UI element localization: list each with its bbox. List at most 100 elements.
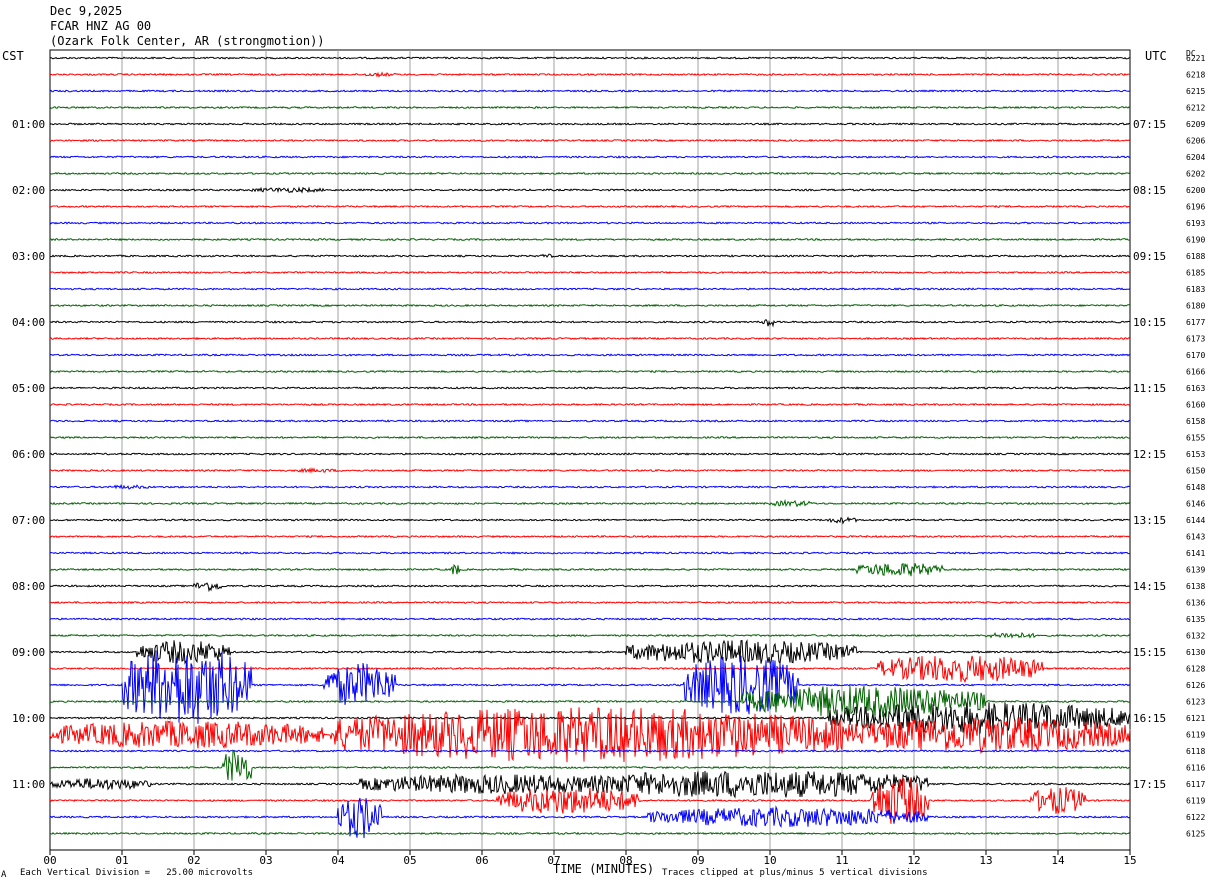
right-time-label: 09:15 <box>1133 250 1166 263</box>
dc-offset-label: 6215 <box>1186 87 1205 96</box>
dc-offset-label: 6144 <box>1186 516 1205 525</box>
x-tick-label: 02 <box>187 854 200 867</box>
right-time-label: 07:15 <box>1133 118 1166 131</box>
x-tick-label: 01 <box>115 854 128 867</box>
x-tick-label: 11 <box>835 854 848 867</box>
seismic-trace <box>49 631 1131 639</box>
seismic-trace <box>49 369 1131 374</box>
dc-offset-label: 6190 <box>1186 236 1205 245</box>
x-tick-label: 03 <box>259 854 272 867</box>
x-tick-label: 09 <box>691 854 704 867</box>
left-time-label: 01:00 <box>12 118 45 131</box>
right-time-label: 17:15 <box>1133 778 1166 791</box>
seismic-trace <box>49 452 1131 456</box>
dc-offset-label: 6125 <box>1186 830 1205 839</box>
dc-offset-label: 6150 <box>1186 467 1205 476</box>
dc-offset-label: 6209 <box>1186 120 1205 129</box>
seismogram-chart: 00 01 02 03 04 05 06 07 08 09 10 11 12 13 14 1562216218… <box>12 49 1205 867</box>
right-time-label: 11:15 <box>1133 382 1166 395</box>
x-tick-label: 00 <box>43 854 56 867</box>
seismic-trace <box>49 562 1130 577</box>
right-time-label: 10:15 <box>1133 316 1166 329</box>
seismic-trace <box>49 749 1131 753</box>
seismic-trace <box>49 386 1131 390</box>
dc-offset-label: 6206 <box>1186 137 1205 146</box>
right-time-label: 14:15 <box>1133 580 1166 593</box>
dc-offset-label: 6153 <box>1186 450 1205 459</box>
seismic-trace <box>49 617 1131 621</box>
seismic-trace <box>49 237 1131 242</box>
dc-offset-label: 6188 <box>1186 252 1205 261</box>
x-tick-label: 06 <box>475 854 488 867</box>
label-group: 00 01 02 03 04 05 06 07 08 09 10 11 12 13 14 1562216218… <box>12 54 1205 867</box>
seismic-trace <box>49 484 1131 490</box>
clip-note: Traces clipped at plus/minus 5 vertical … <box>662 868 928 878</box>
x-tick-label: 05 <box>403 854 416 867</box>
left-time-label: 05:00 <box>12 382 45 395</box>
dc-offset-label: 6119 <box>1186 797 1205 806</box>
dc-offset-label: 6130 <box>1186 648 1205 657</box>
dc-offset-label: 6212 <box>1186 104 1205 113</box>
dc-offset-label: 6119 <box>1186 731 1205 740</box>
dc-offset-label: 6166 <box>1186 368 1205 377</box>
dc-offset-label: 6132 <box>1186 632 1205 641</box>
right-time-label: 16:15 <box>1133 712 1166 725</box>
dc-offset-label: 6200 <box>1186 186 1205 195</box>
seismic-trace <box>49 204 1131 209</box>
x-tick-label: 14 <box>1051 854 1065 867</box>
x-tick-label: 12 <box>907 854 920 867</box>
dc-offset-label: 6126 <box>1186 681 1205 690</box>
seismic-trace <box>49 186 1130 194</box>
dc-offset-label: 6163 <box>1186 384 1205 393</box>
seismic-trace <box>49 582 1131 593</box>
seismic-trace <box>49 353 1131 357</box>
seismic-trace <box>50 516 1131 525</box>
x-tick-label: 15 <box>1123 854 1136 867</box>
dc-offset-label: 6170 <box>1186 351 1205 360</box>
right-time-label: 15:15 <box>1133 646 1166 659</box>
dc-offset-label: 6183 <box>1186 285 1205 294</box>
dc-offset-label: 6158 <box>1186 417 1205 426</box>
dc-offset-label: 6193 <box>1186 219 1205 228</box>
left-time-label: 03:00 <box>12 250 45 263</box>
seismic-trace <box>49 221 1131 225</box>
seismic-trace <box>49 498 1131 508</box>
left-time-label: 06:00 <box>12 448 45 461</box>
dc-offset-label: 6123 <box>1186 698 1205 707</box>
dc-offset-label: 6146 <box>1186 500 1205 509</box>
x-tick-label: 10 <box>763 854 776 867</box>
seismic-trace <box>49 89 1131 93</box>
seismic-trace <box>49 171 1131 176</box>
dc-offset-label: 6155 <box>1186 434 1205 443</box>
seismic-trace <box>49 71 1131 78</box>
dc-offset-label: 6118 <box>1186 747 1205 756</box>
seismic-trace <box>49 419 1131 423</box>
dc-offset-label: 6173 <box>1186 335 1205 344</box>
dc-offset-label: 6139 <box>1186 566 1205 575</box>
seismic-trace <box>49 319 1131 328</box>
dc-offset-label: 6160 <box>1186 401 1205 410</box>
seismic-trace <box>49 270 1131 275</box>
x-tick-label: 04 <box>331 854 345 867</box>
seismic-trace <box>49 122 1131 126</box>
right-time-label: 13:15 <box>1133 514 1166 527</box>
left-time-label: 08:00 <box>12 580 45 593</box>
header-station: FCAR HNZ AG 00 <box>50 19 152 33</box>
dc-offset-label: 6204 <box>1186 153 1205 162</box>
dc-offset-label: 6138 <box>1186 582 1205 591</box>
dc-offset-label: 6177 <box>1186 318 1205 327</box>
seismic-trace <box>49 287 1131 291</box>
seismic-trace <box>49 638 1131 665</box>
left-timezone-label: CST <box>2 49 24 63</box>
seismic-trace <box>49 749 1131 781</box>
dc-offset-label: 6202 <box>1186 170 1205 179</box>
dc-offset-label: 6128 <box>1186 665 1205 674</box>
right-time-label: 12:15 <box>1133 448 1166 461</box>
left-time-label: 10:00 <box>12 712 45 725</box>
dc-offset-label: 6141 <box>1186 549 1205 558</box>
dc-offset-label: 6121 <box>1186 714 1205 723</box>
seismic-trace <box>49 831 1131 836</box>
seismic-trace <box>49 303 1131 308</box>
dc-offset-label: 6196 <box>1186 203 1205 212</box>
right-timezone-label: UTC <box>1145 49 1167 63</box>
